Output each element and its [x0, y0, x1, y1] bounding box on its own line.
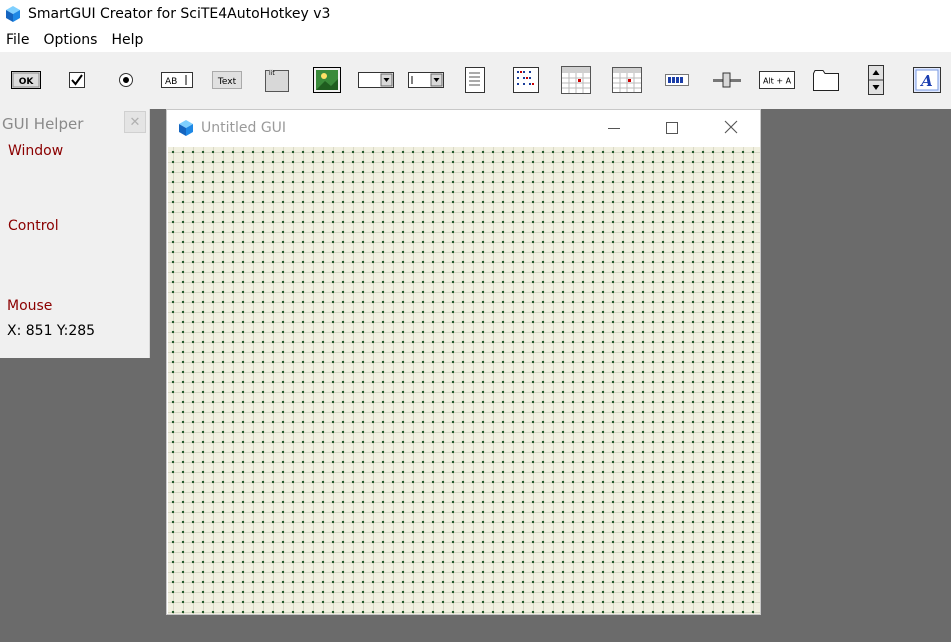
- font-tool[interactable]: A: [913, 65, 941, 95]
- minimize-icon: [608, 119, 620, 138]
- combobox-tool[interactable]: [408, 65, 444, 95]
- button-tool-label: OK: [19, 77, 35, 87]
- progress-tool[interactable]: [665, 65, 689, 95]
- menu-options[interactable]: Options: [43, 32, 97, 48]
- tab-tool[interactable]: [812, 65, 840, 95]
- monthcal-tool[interactable]: [612, 65, 642, 95]
- menu-file[interactable]: File: [6, 32, 29, 48]
- menu-help[interactable]: Help: [111, 32, 143, 48]
- font-tool-label: A: [919, 72, 933, 90]
- app-titlebar: SmartGUI Creator for SciTE4AutoHotkey v3: [0, 0, 951, 28]
- cube-icon: [177, 119, 195, 137]
- close-icon: [724, 119, 738, 138]
- listview-tool[interactable]: [513, 65, 539, 95]
- checkbox-tool[interactable]: [68, 65, 86, 95]
- datetime-tool[interactable]: [561, 65, 591, 95]
- text-tool-label: Text: [217, 77, 237, 87]
- button-tool[interactable]: OK: [11, 65, 41, 95]
- app-title: SmartGUI Creator for SciTE4AutoHotkey v3: [28, 6, 331, 22]
- groupbox-tool[interactable]: lit: [264, 65, 290, 95]
- control-toolbar: OK AB Text lit Alt + A A: [0, 52, 951, 109]
- untitled-gui-window[interactable]: Untitled GUI: [166, 109, 761, 615]
- hotkey-tool-label: Alt + A: [763, 77, 792, 86]
- menu-bar: File Options Help: [0, 28, 951, 52]
- maximize-icon: [666, 119, 678, 138]
- mouse-label: Mouse: [7, 298, 53, 314]
- close-icon[interactable]: ✕: [124, 111, 146, 133]
- picture-tool[interactable]: [313, 65, 341, 95]
- gui-helper-title: GUI Helper: [2, 115, 84, 133]
- svg-text:lit: lit: [269, 70, 275, 77]
- untitled-gui-title: Untitled GUI: [201, 120, 287, 136]
- window-label: Window: [8, 143, 64, 159]
- dropdown-tool[interactable]: [358, 65, 394, 95]
- control-label: Control: [8, 218, 59, 234]
- minimize-button[interactable]: [591, 110, 637, 146]
- design-grid-canvas[interactable]: [168, 147, 760, 614]
- close-button[interactable]: [708, 110, 754, 146]
- slider-tool[interactable]: [712, 65, 742, 95]
- cube-icon: [4, 5, 22, 23]
- updown-tool[interactable]: [868, 65, 884, 95]
- listbox-tool[interactable]: [465, 65, 485, 95]
- gui-helper-panel: GUI Helper ✕ Window Control Mouse X: 851…: [0, 109, 150, 358]
- edit-tool-label: AB: [165, 77, 177, 87]
- text-tool[interactable]: Text: [212, 65, 242, 95]
- edit-tool[interactable]: AB: [161, 65, 193, 95]
- radio-tool[interactable]: [117, 65, 135, 95]
- mouse-coords: X: 851 Y:285: [7, 323, 96, 339]
- maximize-button[interactable]: [649, 110, 695, 146]
- hotkey-tool[interactable]: Alt + A: [759, 65, 795, 95]
